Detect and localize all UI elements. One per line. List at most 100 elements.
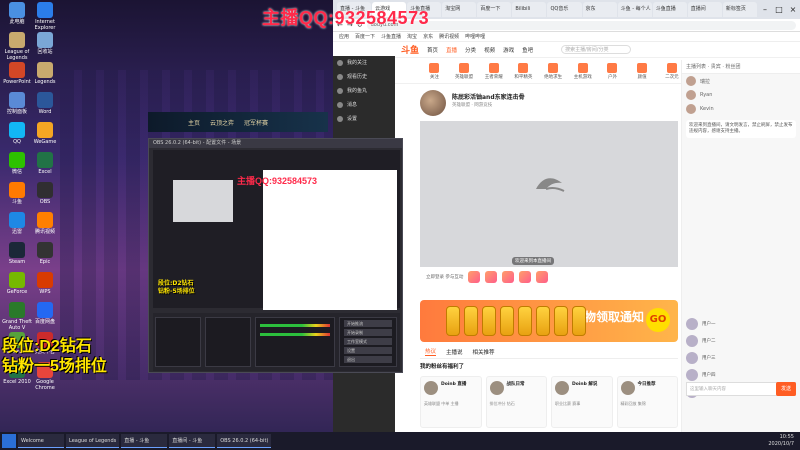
sub-tab[interactable]: 热议: [425, 347, 437, 356]
gift-icon[interactable]: [485, 271, 498, 283]
start-button[interactable]: [2, 434, 16, 448]
bookmark-item[interactable]: 斗鱼直播: [381, 32, 401, 41]
category-item[interactable]: 二次元: [663, 63, 682, 80]
nav-3[interactable]: 视频: [484, 46, 495, 54]
desktop-icon[interactable]: Excel: [30, 152, 60, 175]
category-item[interactable]: 绝地求生: [544, 63, 563, 80]
obs-button[interactable]: 设置: [344, 347, 392, 354]
category-item[interactable]: 和平精英: [514, 63, 533, 80]
nav-2[interactable]: 分类: [465, 46, 476, 54]
category-item[interactable]: 英雄联盟: [455, 63, 474, 80]
video-player[interactable]: 欢迎来到本直播间: [420, 121, 678, 267]
obs-scenes[interactable]: [155, 317, 201, 367]
rank-row[interactable]: 用户三: [686, 349, 796, 366]
search-input[interactable]: 搜索主播/房间/分类: [561, 45, 632, 54]
bookmark-item[interactable]: 应用: [339, 32, 349, 41]
minimize-icon[interactable]: –: [758, 5, 772, 14]
nav-5[interactable]: 鱼吧: [522, 46, 533, 54]
browser-tab[interactable]: 直播间: [687, 2, 722, 17]
side-panel-item[interactable]: 我的鱼丸: [333, 84, 395, 98]
taskbar-item[interactable]: League of Legends: [66, 434, 120, 448]
close-icon[interactable]: ×: [786, 5, 800, 14]
browser-tab[interactable]: 百度一下: [477, 2, 512, 17]
category-item[interactable]: 王者荣耀: [484, 63, 503, 80]
maximize-icon[interactable]: □: [772, 5, 786, 14]
chat-user[interactable]: 瑞拉: [682, 74, 800, 88]
banner-go-button[interactable]: GO: [646, 308, 670, 332]
bookmark-item[interactable]: 京东: [423, 32, 433, 41]
desktop-icon[interactable]: OBS: [30, 182, 60, 205]
bookmark-item[interactable]: 百度一下: [355, 32, 375, 41]
desktop-icon[interactable]: 斗鱼: [2, 182, 32, 205]
taskbar-item[interactable]: Welcome: [18, 434, 64, 448]
desktop-icon[interactable]: 此电脑: [2, 2, 32, 25]
desktop-icon[interactable]: GeForce: [2, 272, 32, 295]
obs-sources[interactable]: [205, 317, 251, 367]
desktop-icon[interactable]: Steam: [2, 242, 32, 265]
chat-user[interactable]: Ryan: [682, 88, 800, 102]
rank-row[interactable]: 用户一: [686, 315, 796, 332]
obs-button[interactable]: 工作室模式: [344, 338, 392, 345]
category-item[interactable]: 关注: [425, 63, 444, 80]
desktop-icon[interactable]: Legends: [30, 62, 60, 85]
login-hint[interactable]: 立即登录 参与互动: [426, 274, 463, 280]
chat-tabs[interactable]: 主播列表 · 贵宾 · 粉丝团: [682, 60, 800, 74]
desktop-icon[interactable]: 迅雷: [2, 212, 32, 235]
lol-tab[interactable]: 主页: [188, 118, 200, 127]
desktop-icon[interactable]: Epic: [30, 242, 60, 265]
side-panel-item[interactable]: 消息: [333, 98, 395, 112]
chat-user[interactable]: Kevin: [682, 102, 800, 116]
taskbar-item[interactable]: 直播间 - 斗鱼: [169, 434, 216, 448]
browser-tab[interactable]: 斗鱼 - 每个人: [617, 2, 652, 17]
desktop-icon[interactable]: 百度网盘: [30, 302, 60, 325]
nav-0[interactable]: 首页: [427, 46, 438, 54]
category-item[interactable]: 户外: [603, 63, 622, 80]
bookmark-item[interactable]: 淘宝: [407, 32, 417, 41]
obs-button[interactable]: 退出: [344, 356, 392, 363]
desktop-icon[interactable]: WeGame: [30, 122, 60, 145]
desktop-icon[interactable]: 控制面板: [2, 92, 32, 115]
rank-row[interactable]: 用户四: [686, 366, 796, 383]
gift-icon[interactable]: [502, 271, 515, 283]
sub-tab[interactable]: 主播说: [446, 348, 463, 356]
nav-4[interactable]: 游戏: [503, 46, 514, 54]
promo-banner[interactable]: 礼物领取通知 GO: [420, 300, 678, 342]
browser-tab[interactable]: 京东: [582, 2, 617, 17]
recommend-card[interactable]: 战队日常 排位冲分 钻石: [485, 376, 547, 428]
desktop-icon[interactable]: PowerPoint: [2, 62, 32, 85]
bookmark-item[interactable]: 腾讯视频: [439, 32, 459, 41]
desktop-icon[interactable]: QQ: [2, 122, 32, 145]
browser-tab[interactable]: QQ音乐: [547, 2, 582, 17]
gift-icon[interactable]: [519, 271, 532, 283]
avatar[interactable]: [420, 90, 446, 116]
lol-tab[interactable]: 云顶之弈: [210, 118, 234, 127]
nav-1[interactable]: 直播: [446, 46, 457, 54]
site-logo[interactable]: 斗鱼: [401, 43, 419, 56]
send-button[interactable]: 发送: [776, 382, 796, 396]
desktop-icon[interactable]: 微信: [2, 152, 32, 175]
side-panel-item[interactable]: 观看历史: [333, 70, 395, 84]
browser-tab[interactable]: 斗鱼直播: [652, 2, 687, 17]
url-field[interactable]: douyu.com: [366, 20, 796, 30]
taskbar-item[interactable]: OBS 26.0.2 (64-bit): [217, 434, 272, 448]
desktop-icon[interactable]: Internet Explorer: [30, 2, 60, 31]
lol-tab[interactable]: 冠军杯赛: [244, 118, 268, 127]
desktop-icon[interactable]: WPS: [30, 272, 60, 295]
desktop-icon[interactable]: 回收站: [30, 32, 60, 55]
recommend-card[interactable]: 今日推荐 精彩回放 集锦: [616, 376, 678, 428]
browser-tab[interactable]: 新标签页: [722, 2, 757, 17]
recommend-card[interactable]: Doinb 解说 职业比赛 赛事: [551, 376, 613, 428]
obs-button[interactable]: 开始录制: [344, 329, 392, 336]
rank-row[interactable]: 用户二: [686, 332, 796, 349]
side-panel-item[interactable]: 设置: [333, 112, 395, 126]
browser-tab[interactable]: 淘宝网: [442, 2, 477, 17]
recommend-card[interactable]: Doinb 直播 英雄联盟 中单 主播: [420, 376, 482, 428]
taskbar-item[interactable]: 直播 - 斗鱼: [121, 434, 168, 448]
category-item[interactable]: 颜值: [633, 63, 652, 80]
desktop-icon[interactable]: Grand Theft Auto V: [2, 302, 32, 331]
desktop-icon[interactable]: League of Legends: [2, 32, 32, 61]
desktop-icon[interactable]: Word: [30, 92, 60, 115]
desktop-icon[interactable]: 腾讯视频: [30, 212, 60, 235]
gift-icon[interactable]: [468, 271, 481, 283]
side-panel-item[interactable]: 我的关注: [333, 56, 395, 70]
